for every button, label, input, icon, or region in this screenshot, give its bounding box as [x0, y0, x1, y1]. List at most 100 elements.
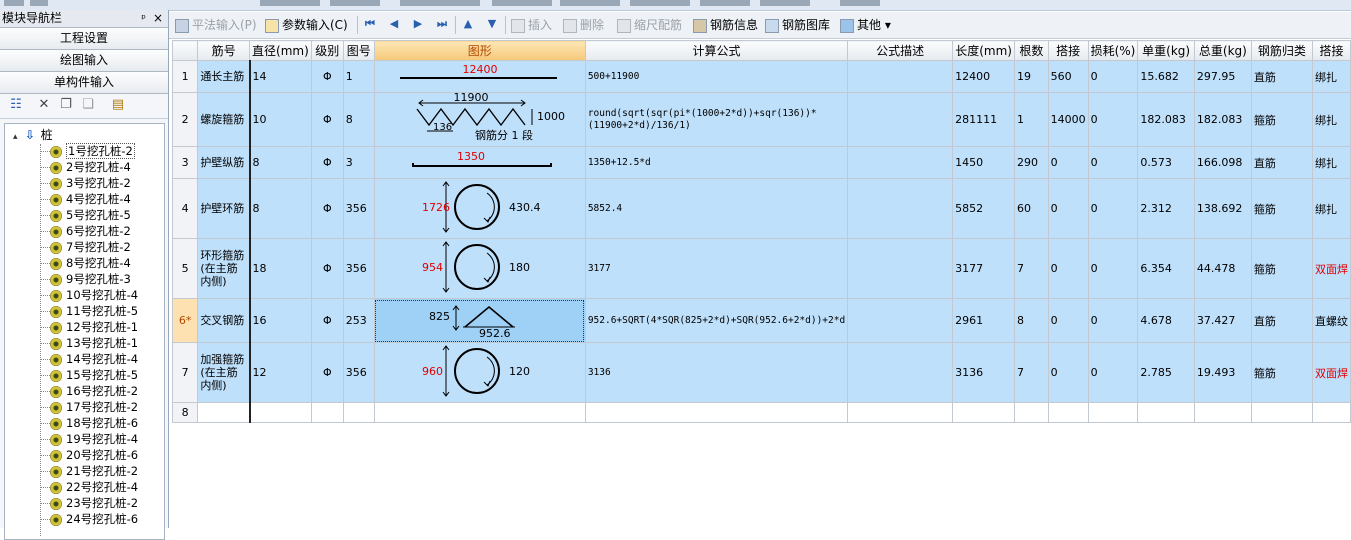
table-row[interactable]: 7 加强箍筋(在主筋内侧) 12 Φ 356 960 120 3136 3136 7 0 0 2.785… [171, 342, 1351, 403]
copy-icon[interactable]: ❐ [58, 97, 74, 113]
cell-grade[interactable]: Φ [310, 60, 344, 93]
cell-lap-type[interactable]: 直螺纹 [1311, 298, 1351, 343]
cell-diameter[interactable]: 8 [249, 178, 312, 239]
cell-lap-type[interactable]: 绑扎 [1311, 146, 1351, 179]
rebar-info-button[interactable]: 钢筋信息 [693, 16, 758, 34]
cell-length[interactable]: 5852 [952, 178, 1016, 239]
scale-config-button[interactable]: 缩尺配筋 [617, 16, 682, 34]
cell-count[interactable]: 19 [1014, 60, 1049, 93]
first-record-icon[interactable]: ⏮ [363, 17, 377, 31]
cell-grade[interactable]: Φ [310, 342, 344, 403]
cell-loss[interactable]: 0 [1087, 146, 1139, 179]
table-row[interactable]: 5 环形箍筋(在主筋内侧) 18 Φ 356 954 180 3177 3177 7 0 0 6.354… [171, 238, 1351, 299]
cell-lap[interactable]: 0 [1047, 238, 1089, 299]
cell-figure-no[interactable] [342, 402, 375, 423]
header-formula[interactable]: 计算公式 [584, 40, 849, 61]
tree-item[interactable]: 4号挖孔桩-4 [41, 192, 131, 207]
cell-unit-weight[interactable] [1137, 402, 1195, 423]
cell-unit-weight[interactable]: 15.682 [1137, 60, 1195, 93]
cell-total-weight[interactable]: 19.493 [1193, 342, 1252, 403]
cell-formula[interactable]: 3136 [584, 342, 849, 403]
cell-lap-type[interactable]: 绑扎 [1311, 60, 1351, 93]
cell-grade[interactable]: Φ [310, 178, 344, 239]
param-input-button[interactable]: 参数输入(C) [265, 16, 348, 34]
cell-grade[interactable]: Φ [310, 92, 344, 147]
cell-category[interactable]: 直筋 [1250, 60, 1313, 93]
collapse-icon[interactable]: ▴ [13, 130, 21, 145]
cell-formula-desc[interactable] [847, 238, 954, 299]
header-count[interactable]: 根数 [1014, 40, 1049, 61]
tree-item[interactable]: 24号挖孔桩-6 [41, 512, 138, 527]
cell-bar-name[interactable]: 交叉钢筋 [197, 298, 251, 343]
paste-icon[interactable]: ❏ [80, 97, 96, 113]
cell-total-weight[interactable]: 138.692 [1193, 178, 1252, 239]
properties-icon[interactable]: ☷ [8, 97, 24, 113]
cell-count[interactable]: 60 [1014, 178, 1049, 239]
cell-lap[interactable]: 0 [1047, 146, 1089, 179]
row-header[interactable]: 5 [171, 238, 199, 299]
cell-lap-type[interactable]: 绑扎 [1311, 178, 1351, 239]
table-row[interactable]: 4 护壁环筋 8 Φ 356 1726 430.4 5852.4 5852 60 0 0 2.312 13… [171, 178, 1351, 239]
cell-shape[interactable]: 960 120 [373, 342, 586, 403]
cell-loss[interactable]: 0 [1087, 178, 1139, 239]
close-icon[interactable]: × [153, 10, 163, 27]
cell-lap-type[interactable]: 绑扎 [1311, 92, 1351, 147]
row-header[interactable]: 1 [171, 60, 199, 93]
cell-bar-name[interactable]: 加强箍筋(在主筋内侧) [197, 342, 251, 403]
cell-diameter[interactable]: 8 [249, 146, 312, 179]
cell-bar-name[interactable]: 护壁环筋 [197, 178, 251, 239]
header-shape[interactable]: 图形 [373, 40, 586, 61]
pin-icon[interactable]: ᵖ [141, 10, 146, 27]
cell-length[interactable]: 3177 [952, 238, 1016, 299]
cell-diameter[interactable]: 16 [249, 298, 312, 343]
tree-item[interactable]: 2号挖孔桩-4 [41, 160, 131, 175]
cell-count[interactable]: 7 [1014, 238, 1049, 299]
cell-formula[interactable]: 3177 [584, 238, 849, 299]
cell-lap[interactable]: 14000 [1047, 92, 1089, 147]
cell-formula-desc[interactable] [847, 60, 954, 93]
table-row[interactable]: 1 通长主筋 14 Φ 1 12400 500+11900 12400 19 560 0 15.682… [171, 60, 1351, 93]
cell-diameter[interactable]: 18 [249, 238, 312, 299]
cell-unit-weight[interactable]: 4.678 [1137, 298, 1195, 343]
cell-grade[interactable]: Φ [310, 146, 344, 179]
cell-grade[interactable] [310, 402, 344, 423]
cell-unit-weight[interactable]: 6.354 [1137, 238, 1195, 299]
prev-record-icon[interactable]: ◀ [387, 17, 401, 31]
cell-category[interactable]: 箍筋 [1250, 238, 1313, 299]
cell-formula[interactable]: 952.6+SQRT(4*SQR(825+2*d)+SQR(952.6+2*d)… [584, 298, 849, 343]
tree-item[interactable]: 6号挖孔桩-2 [41, 224, 131, 239]
row-header[interactable]: 6* [171, 298, 199, 343]
tree-item[interactable]: 1号挖孔桩-2 [41, 143, 135, 159]
tree-item[interactable]: 21号挖孔桩-2 [41, 464, 138, 479]
cell-formula-desc[interactable] [847, 178, 954, 239]
cell-category[interactable]: 箍筋 [1250, 342, 1313, 403]
cell-loss[interactable]: 0 [1087, 92, 1139, 147]
cell-unit-weight[interactable]: 2.312 [1137, 178, 1195, 239]
tree-item[interactable]: 17号挖孔桩-2 [41, 400, 138, 415]
nav-drawing-input[interactable]: 绘图输入 [0, 50, 168, 72]
tree-item[interactable]: 8号挖孔桩-4 [41, 256, 131, 271]
tree-item[interactable]: 23号挖孔桩-2 [41, 496, 138, 511]
table-row[interactable]: 6* 交叉钢筋 16 Φ 253 825 952.6 952.6+SQRT(4*SQR(825… [171, 298, 1351, 343]
insert-button[interactable]: 插入 [511, 16, 552, 34]
cell-formula[interactable]: 5852.4 [584, 178, 849, 239]
cell-formula[interactable] [584, 402, 849, 423]
delete-icon[interactable]: ✕ [36, 97, 52, 113]
cell-lap-type[interactable]: 双面焊 [1311, 238, 1351, 299]
header-lap-type[interactable]: 搭接 [1311, 40, 1351, 61]
cell-figure-no[interactable]: 253 [342, 298, 375, 343]
cell-count[interactable] [1014, 402, 1049, 423]
nav-single-component-input[interactable]: 单构件输入 [0, 72, 168, 94]
cell-shape[interactable]: 12400 [373, 60, 586, 93]
table-row[interactable]: 8 [171, 402, 1351, 423]
cell-unit-weight[interactable]: 0.573 [1137, 146, 1195, 179]
row-header[interactable]: 7 [171, 342, 199, 403]
cell-figure-no[interactable]: 3 [342, 146, 375, 179]
cell-shape[interactable]: 825 952.6 [373, 298, 586, 343]
cell-formula-desc[interactable] [847, 146, 954, 179]
cell-category[interactable]: 直筋 [1250, 298, 1313, 343]
move-down-icon[interactable]: ▼ [485, 17, 499, 31]
cell-category[interactable]: 直筋 [1250, 146, 1313, 179]
cell-formula-desc[interactable] [847, 298, 954, 343]
cell-total-weight[interactable]: 297.95 [1193, 60, 1252, 93]
